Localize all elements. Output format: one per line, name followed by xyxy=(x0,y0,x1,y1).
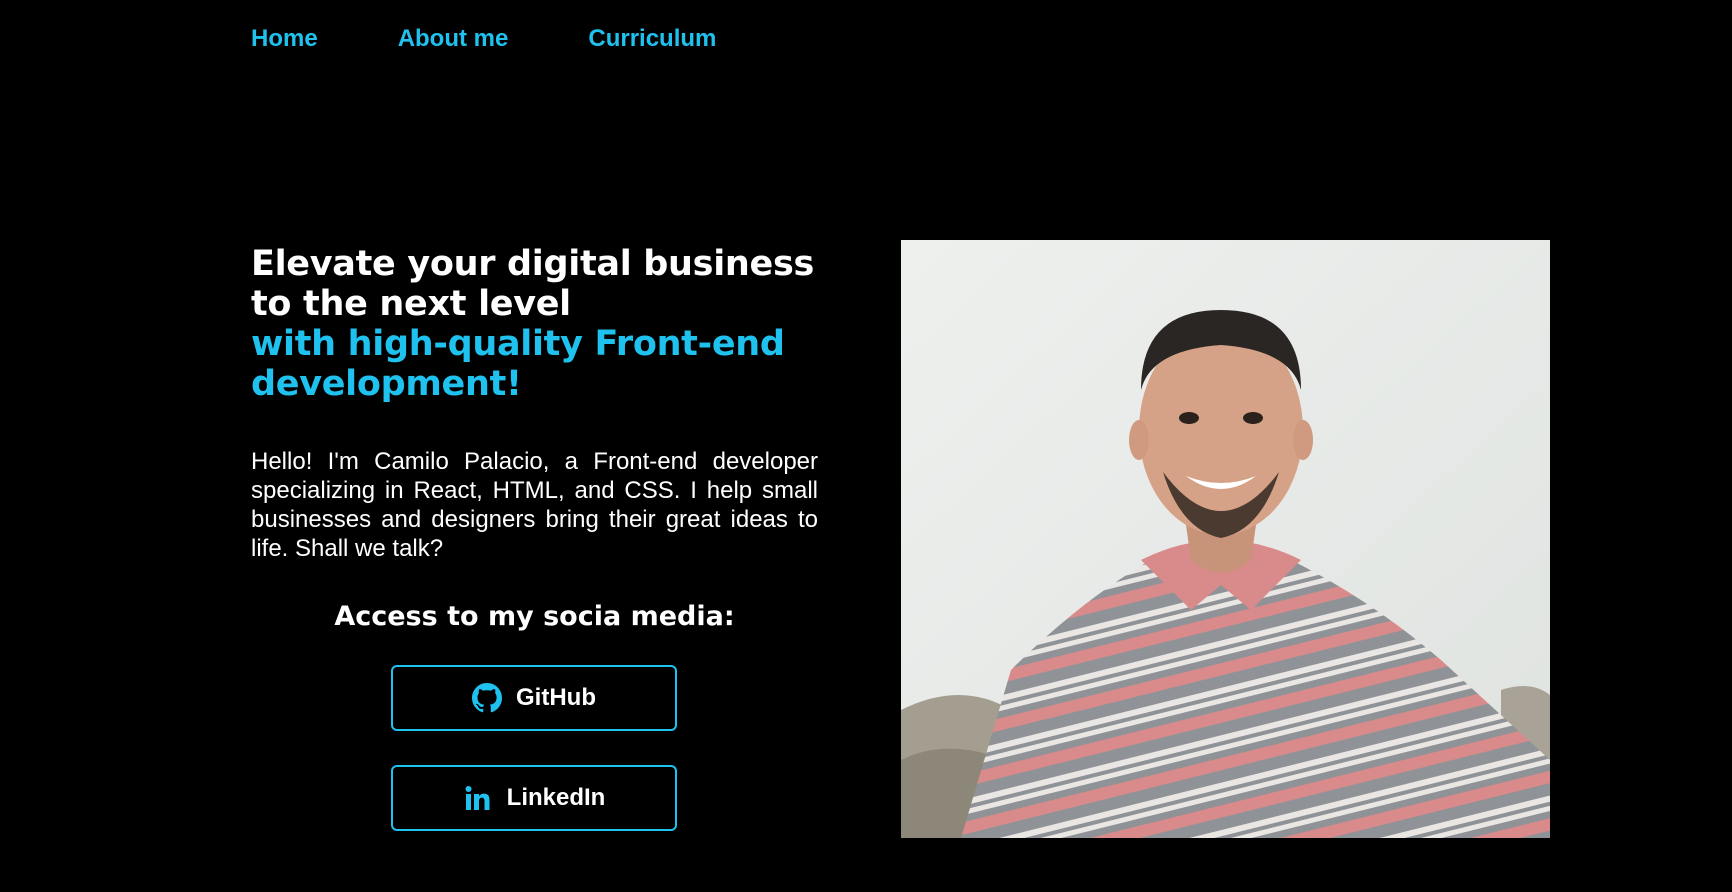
headline-white-part: Elevate your digital business to the nex… xyxy=(251,244,815,324)
nav-home-link[interactable]: Home xyxy=(251,22,318,56)
linkedin-button[interactable]: LinkedIn xyxy=(391,765,677,831)
github-icon xyxy=(472,683,502,713)
github-button[interactable]: GitHub xyxy=(391,665,677,731)
main-nav: Home About me Curriculum xyxy=(251,22,716,56)
social-title: Access to my socia media: xyxy=(334,601,735,632)
profile-photo xyxy=(901,240,1550,838)
nav-about-link[interactable]: About me xyxy=(398,22,509,56)
intro-paragraph: Hello! I'm Camilo Palacio, a Front-end d… xyxy=(251,448,818,562)
linkedin-label: LinkedIn xyxy=(506,784,606,811)
github-label: GitHub xyxy=(516,684,596,711)
linkedin-icon xyxy=(463,783,493,813)
headline-blue-part: with high-quality Front-end development! xyxy=(251,324,785,404)
hero-headline: Elevate your digital business to the nex… xyxy=(251,244,851,404)
nav-curriculum-link[interactable]: Curriculum xyxy=(588,22,716,56)
